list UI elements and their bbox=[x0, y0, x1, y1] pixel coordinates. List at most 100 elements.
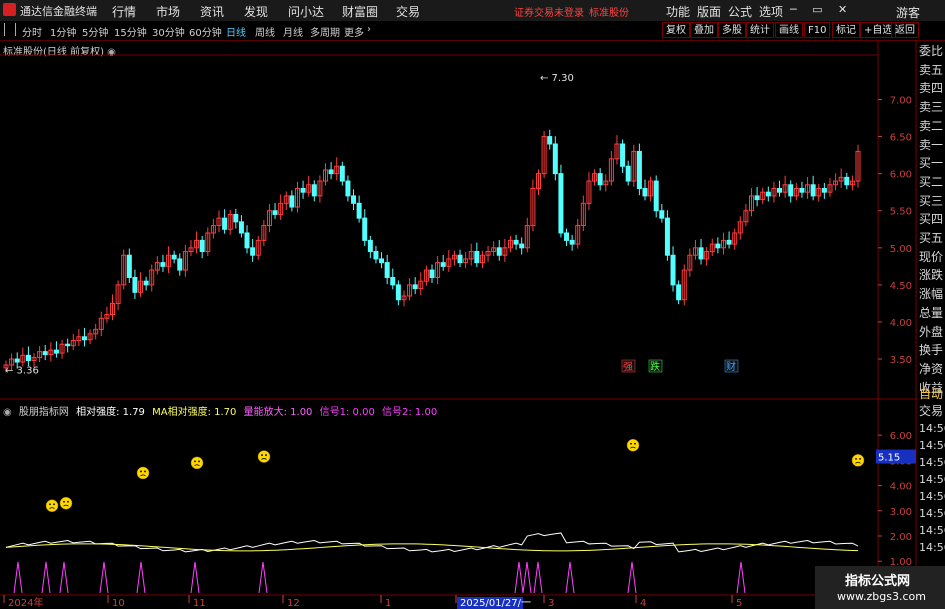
candle-body bbox=[676, 284, 682, 301]
candle-body bbox=[698, 247, 704, 260]
face-eye bbox=[140, 470, 142, 473]
candle-body bbox=[726, 239, 732, 245]
time-cell: 14:56 bbox=[919, 490, 945, 503]
face-eye bbox=[144, 470, 146, 473]
face-eye bbox=[194, 460, 196, 463]
candle-body bbox=[384, 262, 390, 278]
face-eye bbox=[198, 460, 200, 463]
time-tick-label: 1 bbox=[385, 598, 391, 609]
candle-body bbox=[379, 258, 385, 264]
candle-body bbox=[222, 217, 228, 230]
sad-face-icon bbox=[136, 466, 150, 480]
volume-signal-spike bbox=[59, 561, 69, 594]
candle-body bbox=[328, 169, 334, 175]
volume-signal-spike bbox=[99, 561, 109, 594]
volume-signal-spike bbox=[533, 561, 543, 594]
watermark-url: www.zbgs3.com bbox=[837, 590, 926, 603]
face-eye bbox=[53, 503, 55, 506]
candle-body bbox=[25, 354, 31, 362]
candle-body bbox=[272, 210, 278, 215]
time-tick-label: 11 bbox=[193, 598, 206, 609]
price-tick-label: 4.50 bbox=[890, 281, 912, 292]
candle-body bbox=[289, 195, 295, 208]
candle-body bbox=[160, 262, 166, 267]
sad-face-icon bbox=[851, 454, 865, 467]
candle-body bbox=[636, 150, 642, 189]
bottom-panel-1[interactable]: 交易 bbox=[919, 402, 943, 420]
price-tick-label: 6.50 bbox=[890, 133, 912, 144]
time-tick-label: 10 bbox=[112, 598, 125, 609]
indicator-tick-label: 3.00 bbox=[890, 507, 912, 518]
face-eye bbox=[859, 457, 861, 460]
candle-body bbox=[821, 187, 827, 193]
min-price-label: ← 3.36 bbox=[5, 365, 39, 376]
sad-face-icon bbox=[45, 499, 59, 512]
candle-body bbox=[238, 221, 244, 234]
candle-body bbox=[199, 239, 205, 253]
candle-body bbox=[177, 258, 183, 271]
time-cell: 14:56 bbox=[919, 541, 945, 554]
face-eye bbox=[261, 454, 263, 456]
candle-body bbox=[754, 195, 760, 201]
candle-body bbox=[390, 276, 396, 286]
candle-body bbox=[547, 136, 553, 145]
price-tick-label: 5.50 bbox=[890, 207, 912, 218]
candle-body bbox=[395, 284, 401, 301]
time-tick-label: 2024年 bbox=[8, 596, 43, 609]
candle-body bbox=[620, 143, 626, 167]
time-tick-label: 2025/01/27/一 bbox=[460, 598, 531, 609]
watermark: 指标公式网 www.zbgs3.com bbox=[815, 566, 945, 609]
ma-strength-line bbox=[5, 543, 859, 552]
bottom-panel-0[interactable]: 自动 bbox=[919, 385, 943, 403]
face-eye bbox=[49, 503, 51, 506]
price-tick-label: 5.00 bbox=[890, 244, 912, 255]
candle-body bbox=[250, 247, 256, 256]
price-chart[interactable]: 7.00 6.50 6.00 5.50 5.00 4.50 4.00 3.50 ← 7.30 ← … bbox=[0, 0, 945, 609]
candle-body bbox=[356, 202, 362, 219]
volume-signal-spike bbox=[522, 561, 532, 594]
sad-face-icon bbox=[626, 438, 640, 452]
candle-body bbox=[642, 187, 648, 197]
volume-signal-spike bbox=[565, 561, 575, 594]
candle-body bbox=[429, 269, 435, 278]
candle-body bbox=[788, 184, 794, 197]
candle-body bbox=[496, 247, 502, 256]
candle-body bbox=[362, 217, 368, 241]
candle-body bbox=[345, 180, 351, 197]
face-eye bbox=[63, 500, 65, 503]
volume-signal-spike bbox=[190, 561, 200, 594]
candle-body bbox=[412, 284, 418, 290]
sad-face-icon bbox=[190, 456, 204, 470]
face-eye bbox=[265, 454, 267, 456]
candle-body bbox=[552, 143, 558, 175]
indicator-current-value: 5.15 bbox=[878, 453, 900, 464]
price-tick-label: 7.00 bbox=[890, 95, 912, 106]
candle-body bbox=[42, 351, 48, 356]
time-tick-label: 3 bbox=[548, 598, 554, 609]
candle-body bbox=[597, 173, 603, 186]
candle-body bbox=[233, 213, 239, 223]
face-eye bbox=[634, 442, 636, 445]
candle-body bbox=[664, 217, 670, 256]
indicator-tick-label: 6.00 bbox=[890, 431, 912, 442]
time-cell: 14:56 bbox=[919, 422, 945, 435]
candle-body bbox=[659, 210, 665, 219]
candle-body bbox=[339, 165, 345, 182]
candle-body bbox=[457, 254, 463, 264]
event-marker: 跌 bbox=[650, 360, 660, 373]
sad-face-icon bbox=[59, 496, 73, 510]
candle-body bbox=[765, 191, 771, 197]
volume-signal-spike bbox=[627, 561, 637, 594]
volume-signal-spike bbox=[136, 561, 146, 594]
volume-signal-spike bbox=[13, 561, 23, 594]
time-cell: 14:56 bbox=[919, 439, 945, 452]
candle-body bbox=[65, 343, 71, 347]
max-price-label: ← 7.30 bbox=[540, 73, 574, 84]
candle-body bbox=[564, 232, 570, 241]
price-tick-label: 3.50 bbox=[890, 355, 912, 366]
candle-body bbox=[513, 239, 519, 245]
volume-signal-spike bbox=[258, 561, 268, 594]
face-eye bbox=[67, 500, 69, 503]
time-cell: 14:56 bbox=[919, 473, 945, 486]
candle-body bbox=[81, 336, 87, 341]
